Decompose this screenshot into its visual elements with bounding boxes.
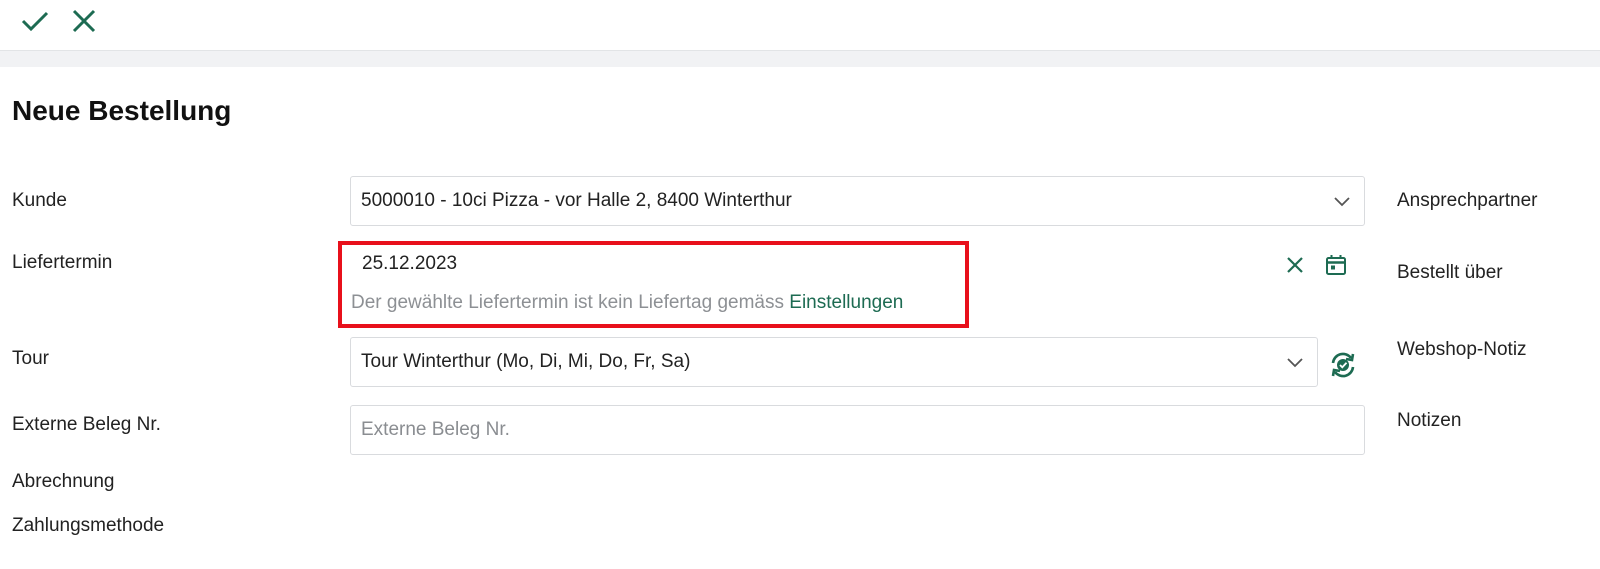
page-title: Neue Bestellung bbox=[12, 95, 232, 126]
delivery-date-label: Liefertermin bbox=[12, 252, 113, 273]
delivery-date-hint-text: Der gewählte Liefertermin ist kein Liefe… bbox=[351, 292, 790, 313]
tour-select[interactable]: Tour Winterthur (Mo, Di, Mi, Do, Fr, Sa) bbox=[350, 337, 1318, 387]
external-ref-field bbox=[350, 405, 1365, 455]
chevron-down-icon bbox=[1334, 197, 1350, 207]
cancel-button[interactable] bbox=[67, 4, 101, 38]
billing-label: Abrechnung bbox=[12, 471, 115, 492]
contact-label: Ansprechpartner bbox=[1397, 190, 1538, 211]
external-ref-label: Externe Beleg Nr. bbox=[12, 414, 161, 435]
header-separator bbox=[0, 51, 1600, 67]
external-ref-input[interactable] bbox=[361, 419, 1324, 441]
payment-method-label: Zahlungsmethode bbox=[12, 515, 165, 536]
refresh-tour-button[interactable] bbox=[1328, 350, 1358, 380]
notes-label: Notizen bbox=[1397, 410, 1462, 431]
delivery-date-hint: Der gewählte Liefertermin ist kein Liefe… bbox=[351, 292, 903, 314]
clear-date-button[interactable] bbox=[1282, 252, 1308, 278]
check-icon bbox=[21, 11, 49, 32]
webshop-note-label: Webshop-Notiz bbox=[1397, 339, 1527, 360]
tour-label: Tour bbox=[12, 348, 49, 369]
calendar-button[interactable] bbox=[1323, 252, 1349, 278]
tour-value: Tour Winterthur (Mo, Di, Mi, Do, Fr, Sa) bbox=[361, 351, 691, 372]
close-icon bbox=[1287, 257, 1303, 273]
top-toolbar bbox=[0, 0, 1600, 51]
settings-link[interactable]: Einstellungen bbox=[789, 292, 903, 313]
customer-value: 5000010 - 10ci Pizza - vor Halle 2, 8400… bbox=[361, 190, 792, 211]
confirm-button[interactable] bbox=[18, 4, 52, 38]
chevron-down-icon bbox=[1287, 358, 1303, 368]
calendar-icon bbox=[1326, 255, 1346, 275]
delivery-date-input[interactable]: 25.12.2023 bbox=[362, 253, 457, 275]
customer-label: Kunde bbox=[12, 190, 67, 211]
sync-check-icon bbox=[1331, 352, 1355, 378]
close-icon bbox=[72, 9, 96, 33]
ordered-via-label: Bestellt über bbox=[1397, 262, 1503, 283]
customer-select[interactable]: 5000010 - 10ci Pizza - vor Halle 2, 8400… bbox=[350, 176, 1365, 226]
